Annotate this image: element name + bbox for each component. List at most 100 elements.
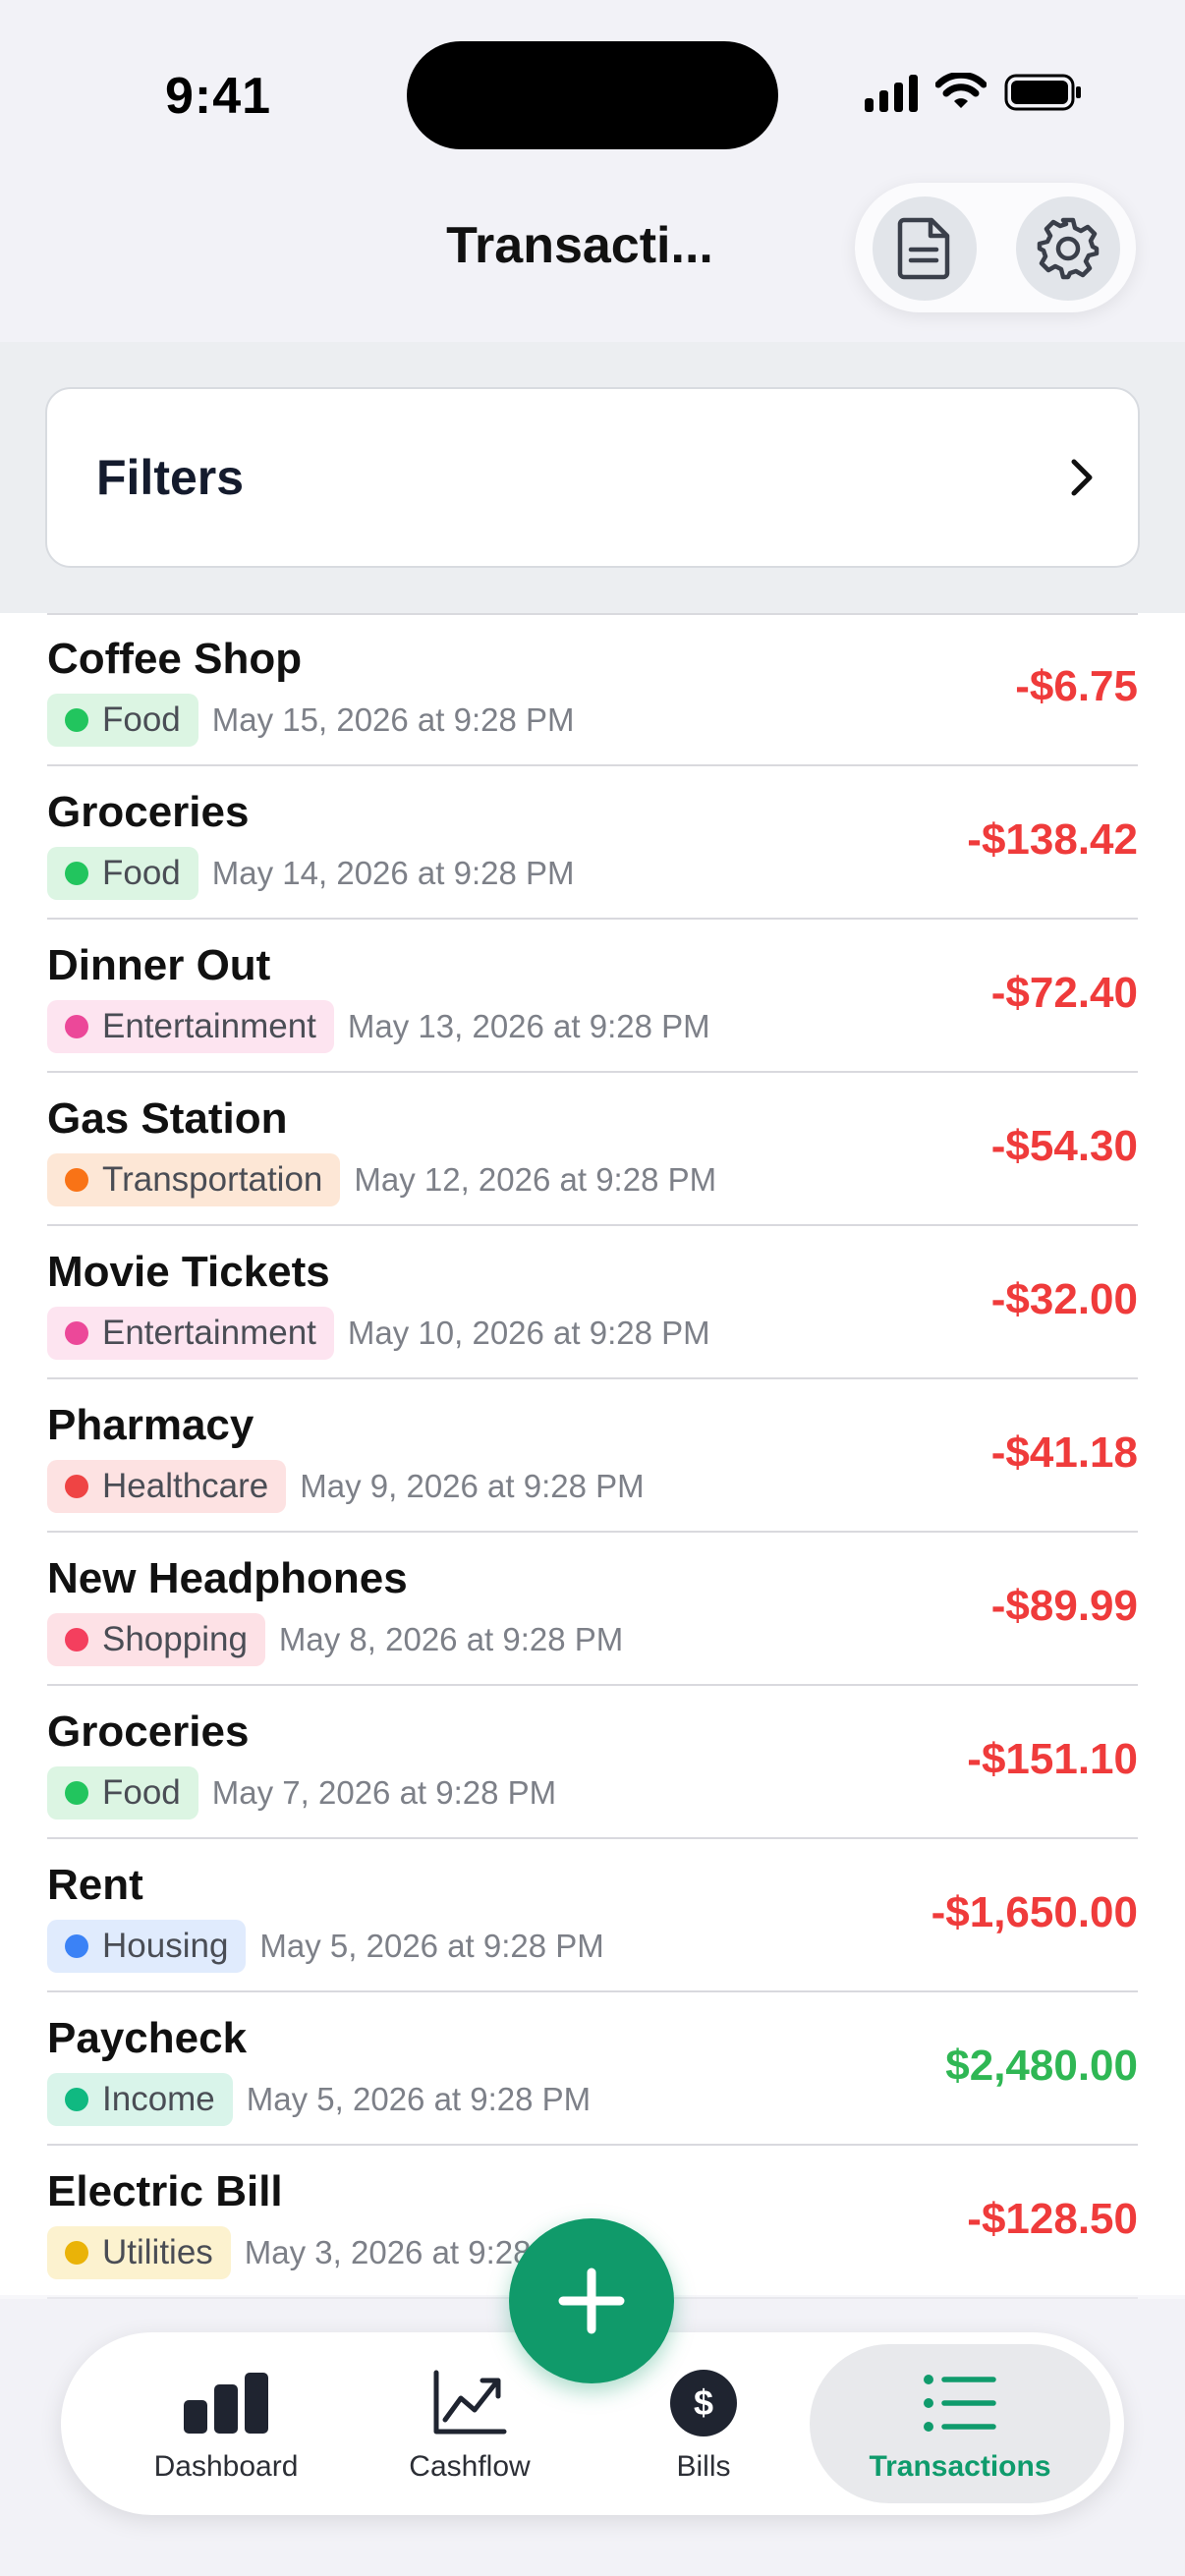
transaction-meta: Utilities May 3, 2026 at 9:28 PM — [47, 2226, 589, 2279]
transaction-date: May 10, 2026 at 9:28 PM — [347, 1315, 710, 1351]
transaction-amount: -$89.99 — [990, 1582, 1138, 1630]
category-dot-icon — [65, 1781, 88, 1805]
transaction-meta: Income May 5, 2026 at 9:28 PM — [47, 2073, 591, 2126]
cellular-signal-icon — [865, 73, 918, 112]
transactions-list: Coffee Shop Food May 15, 2026 at 9:28 PM… — [0, 613, 1185, 2299]
transaction-row[interactable]: Coffee Shop Food May 15, 2026 at 9:28 PM… — [47, 613, 1138, 766]
category-label: Housing — [102, 1927, 229, 1965]
trend-chart-icon — [433, 2370, 507, 2435]
transaction-date: May 15, 2026 at 9:28 PM — [211, 701, 575, 738]
category-label: Food — [102, 1773, 181, 1812]
add-transaction-button[interactable] — [509, 2218, 674, 2383]
category-dot-icon — [65, 2241, 88, 2265]
transaction-amount: -$32.00 — [990, 1275, 1138, 1323]
status-time: 9:41 — [165, 68, 272, 125]
category-tag: Food — [47, 1766, 198, 1820]
category-dot-icon — [65, 1015, 88, 1038]
transaction-date: May 9, 2026 at 9:28 PM — [300, 1468, 645, 1504]
transaction-title: Pharmacy — [47, 1401, 254, 1449]
transaction-date: May 8, 2026 at 9:28 PM — [278, 1621, 624, 1657]
category-tag: Income — [47, 2073, 233, 2126]
transaction-row[interactable]: Paycheck Income May 5, 2026 at 9:28 PM $… — [47, 1992, 1138, 2146]
dynamic-island — [407, 41, 778, 149]
transaction-date: May 7, 2026 at 9:28 PM — [211, 1774, 557, 1811]
transaction-title: Groceries — [47, 788, 250, 836]
transaction-meta: Transportation May 12, 2026 at 9:28 PM — [47, 1153, 716, 1206]
tab-bills[interactable]: $ Bills — [635, 2332, 772, 2515]
status-icons — [865, 73, 1083, 112]
transaction-date: May 5, 2026 at 9:28 PM — [259, 1928, 604, 1964]
transaction-row[interactable]: Groceries Food May 7, 2026 at 9:28 PM -$… — [47, 1686, 1138, 1839]
transaction-title: New Headphones — [47, 1554, 408, 1602]
transaction-row[interactable]: Gas Station Transportation May 12, 2026 … — [47, 1073, 1138, 1226]
transaction-meta: Food May 7, 2026 at 9:28 PM — [47, 1766, 556, 1820]
transaction-amount: -$41.18 — [990, 1428, 1138, 1477]
category-dot-icon — [65, 1475, 88, 1498]
chevron-right-icon — [1071, 459, 1093, 496]
category-tag: Food — [47, 694, 198, 747]
tab-label-dashboard: Dashboard — [153, 2450, 299, 2483]
category-tag: Food — [47, 847, 198, 900]
transaction-amount: -$6.75 — [1015, 662, 1138, 710]
transaction-title: Coffee Shop — [47, 635, 303, 683]
transaction-title: Dinner Out — [47, 941, 271, 989]
category-dot-icon — [65, 1934, 88, 1958]
tab-label-cashflow: Cashflow — [409, 2450, 531, 2483]
transaction-amount: -$138.42 — [967, 815, 1138, 864]
category-label: Transportation — [102, 1160, 323, 1199]
category-tag: Transportation — [47, 1153, 341, 1206]
wifi-icon — [935, 73, 987, 108]
transaction-title: Gas Station — [47, 1094, 288, 1143]
transaction-row[interactable]: Groceries Food May 14, 2026 at 9:28 PM -… — [47, 766, 1138, 920]
tab-dashboard[interactable]: Dashboard — [118, 2332, 334, 2515]
transaction-meta: Shopping May 8, 2026 at 9:28 PM — [47, 1613, 623, 1666]
transaction-amount: $2,480.00 — [945, 2042, 1138, 2090]
header-actions — [855, 183, 1136, 312]
transaction-meta: Food May 15, 2026 at 9:28 PM — [47, 694, 575, 747]
transaction-row[interactable]: Movie Tickets Entertainment May 10, 2026… — [47, 1226, 1138, 1379]
category-dot-icon — [65, 862, 88, 885]
app-screen: 9:41 Transacti... Filters Coffee Shop Fo… — [0, 0, 1185, 2576]
transaction-meta: Housing May 5, 2026 at 9:28 PM — [47, 1920, 604, 1973]
status-bar: 9:41 — [0, 0, 1185, 187]
category-label: Shopping — [102, 1620, 248, 1658]
transaction-amount: -$128.50 — [967, 2195, 1138, 2243]
bar-chart-icon — [184, 2373, 268, 2434]
transaction-meta: Healthcare May 9, 2026 at 9:28 PM — [47, 1460, 645, 1513]
list-icon — [924, 2375, 996, 2432]
transaction-row[interactable]: New Headphones Shopping May 8, 2026 at 9… — [47, 1533, 1138, 1686]
settings-button[interactable] — [1016, 196, 1120, 301]
tab-transactions[interactable]: Transactions — [810, 2332, 1110, 2515]
plus-icon — [558, 2268, 625, 2334]
transaction-row[interactable]: Pharmacy Healthcare May 9, 2026 at 9:28 … — [47, 1379, 1138, 1533]
category-label: Entertainment — [102, 1314, 316, 1352]
transaction-title: Paycheck — [47, 2014, 248, 2062]
category-tag: Entertainment — [47, 1307, 334, 1360]
transaction-title: Electric Bill — [47, 2167, 283, 2215]
transaction-meta: Entertainment May 13, 2026 at 9:28 PM — [47, 1000, 710, 1053]
transaction-meta: Food May 14, 2026 at 9:28 PM — [47, 847, 575, 900]
transaction-date: May 12, 2026 at 9:28 PM — [354, 1161, 717, 1198]
export-document-button[interactable] — [873, 196, 977, 301]
category-label: Food — [102, 854, 181, 892]
category-tag: Housing — [47, 1920, 247, 1973]
transaction-amount: -$54.30 — [990, 1122, 1138, 1170]
battery-icon — [1004, 74, 1081, 111]
tab-label-transactions: Transactions — [869, 2450, 1051, 2483]
category-tag: Entertainment — [47, 1000, 334, 1053]
transaction-date: May 13, 2026 at 9:28 PM — [347, 1008, 710, 1044]
category-label: Healthcare — [102, 1467, 269, 1505]
category-dot-icon — [65, 1321, 88, 1345]
category-dot-icon — [65, 708, 88, 732]
gear-icon — [1037, 217, 1100, 280]
transaction-row[interactable]: Dinner Out Entertainment May 13, 2026 at… — [47, 920, 1138, 1073]
transaction-row[interactable]: Rent Housing May 5, 2026 at 9:28 PM -$1,… — [47, 1839, 1138, 1992]
transaction-amount: -$72.40 — [990, 969, 1138, 1017]
svg-text:$: $ — [694, 2382, 713, 2423]
category-label: Food — [102, 700, 181, 739]
filters-button[interactable]: Filters — [45, 387, 1140, 568]
filters-section: Filters — [0, 342, 1185, 613]
transaction-date: May 14, 2026 at 9:28 PM — [211, 855, 575, 891]
category-dot-icon — [65, 1168, 88, 1192]
transaction-amount: -$151.10 — [967, 1735, 1138, 1783]
